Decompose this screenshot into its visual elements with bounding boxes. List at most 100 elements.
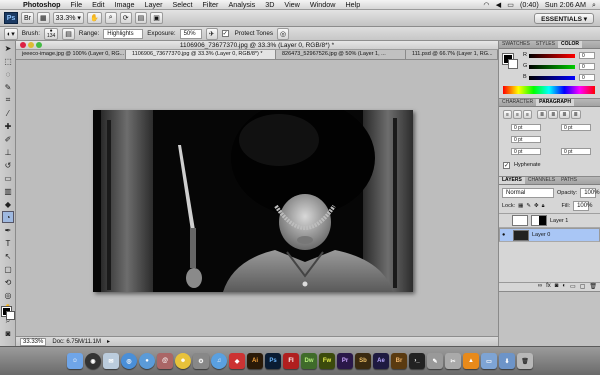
- lock-all-icon[interactable]: 🔒︎: [542, 203, 545, 210]
- background-color-swatch[interactable]: [6, 311, 15, 320]
- menu-app-name[interactable]: Photoshop: [18, 0, 66, 9]
- trash-dock-icon[interactable]: 🗑︎: [517, 353, 533, 369]
- dock-app-dw[interactable]: Dw: [301, 353, 317, 369]
- menu-image[interactable]: Image: [110, 0, 140, 9]
- new-group-icon[interactable]: ▭: [570, 283, 576, 291]
- mini-bridge-button[interactable]: ▦: [37, 12, 50, 24]
- tablet-pressure-toggle[interactable]: ◎: [276, 27, 290, 40]
- tab-channels[interactable]: CHANNELS: [525, 177, 558, 184]
- rotate-view-icon[interactable]: ⟳: [119, 12, 132, 24]
- lasso-tool-icon[interactable]: ◌: [2, 68, 14, 80]
- itunes-icon[interactable]: ♫: [211, 353, 227, 369]
- quick-mask-icon[interactable]: ◙: [2, 327, 14, 339]
- close-dot-icon[interactable]: [20, 42, 26, 48]
- battery-icon[interactable]: ▭: [507, 0, 514, 9]
- document-photo[interactable]: [93, 110, 413, 292]
- terminal-icon[interactable]: ›_: [409, 353, 425, 369]
- pen-tool-icon[interactable]: ✒: [2, 224, 14, 236]
- range-select[interactable]: Highlights: [103, 28, 144, 39]
- messenger-icon[interactable]: ☻: [175, 353, 191, 369]
- status-doc-size[interactable]: Doc: 6.75M/11.1M: [52, 339, 101, 345]
- color-g-slider[interactable]: [529, 65, 575, 69]
- tab-styles[interactable]: STYLES: [533, 41, 558, 48]
- move-tool-icon[interactable]: ➤: [2, 42, 14, 54]
- zoom-level-select[interactable]: 33.3% ▾: [52, 12, 84, 24]
- document-tab[interactable]: 111.psd @ 66.7% (Layer 1, RG...: [406, 50, 498, 59]
- menu-file[interactable]: File: [66, 0, 88, 9]
- justify-last-center-icon[interactable]: ≣: [548, 110, 559, 119]
- blend-mode-select[interactable]: Normal: [502, 188, 554, 198]
- brush-tool-icon[interactable]: ✐: [2, 133, 14, 145]
- align-left-icon[interactable]: ≡: [503, 110, 512, 119]
- link-layers-icon[interactable]: ∞: [538, 283, 542, 291]
- wifi-icon[interactable]: ◠: [483, 0, 489, 9]
- hyphenate-checkbox[interactable]: ✓: [503, 162, 512, 169]
- volume-icon[interactable]: ◀︎: [496, 0, 502, 9]
- layer-row-selected[interactable]: ● Layer 0: [499, 228, 600, 242]
- bg-color-chip[interactable]: [508, 59, 518, 69]
- tab-character[interactable]: CHARACTER: [499, 99, 536, 106]
- minimize-dot-icon[interactable]: [28, 42, 34, 48]
- eyedropper-tool-icon[interactable]: ⁄: [2, 107, 14, 119]
- justify-all-icon[interactable]: ≣: [570, 110, 581, 119]
- layer-name[interactable]: Layer 0: [532, 232, 550, 238]
- dashboard-icon[interactable]: ◉: [85, 353, 101, 369]
- status-arrow-icon[interactable]: ▸: [107, 338, 110, 345]
- type-tool-icon[interactable]: T: [2, 237, 14, 249]
- pdf-icon[interactable]: ◆: [229, 353, 245, 369]
- quick-select-tool-icon[interactable]: ✎: [2, 81, 14, 93]
- dock-app-sb[interactable]: Sb: [355, 353, 371, 369]
- tab-paragraph[interactable]: PARAGRAPH: [536, 99, 574, 106]
- healing-brush-tool-icon[interactable]: ✚: [2, 120, 14, 132]
- color-r-slider[interactable]: [529, 54, 575, 58]
- menu-analysis[interactable]: Analysis: [223, 0, 260, 9]
- clone-stamp-tool-icon[interactable]: ⊥: [2, 146, 14, 158]
- brush-panel-toggle[interactable]: ▤: [62, 27, 75, 40]
- scissors-icon[interactable]: ✂: [445, 353, 461, 369]
- spotlight-icon[interactable]: ⌕: [592, 0, 596, 10]
- document-tab[interactable]: 826473_52967526.jpg @ 50% (Layer 1, ...: [276, 50, 406, 59]
- 3d-orbit-tool-icon[interactable]: ◎: [2, 289, 14, 301]
- document-tab[interactable]: jeeeco-image.jpg @ 100% (Layer 0, RG...: [16, 50, 126, 59]
- tab-color[interactable]: COLOR: [557, 41, 583, 48]
- dodge-tool-icon[interactable]: ◔: [2, 211, 14, 223]
- brush-preset-picker[interactable]: ● 134: [43, 27, 59, 40]
- indent-right-input[interactable]: 0 pt: [561, 124, 591, 131]
- color-b-slider[interactable]: [529, 76, 575, 80]
- zoom-tool-icon[interactable]: ⌕: [104, 12, 117, 24]
- layer-row[interactable]: Layer 1: [499, 214, 600, 228]
- opacity-input[interactable]: 100%: [580, 188, 600, 198]
- indent-left-input[interactable]: 0 pt: [511, 124, 541, 131]
- bridge-button[interactable]: Br: [21, 12, 34, 24]
- menu-filter[interactable]: Filter: [197, 0, 223, 9]
- exposure-input[interactable]: 50%: [179, 28, 202, 39]
- finder-icon[interactable]: ☺: [67, 353, 83, 369]
- protect-tones-checkbox[interactable]: ✓: [221, 30, 229, 37]
- trash-icon[interactable]: 🗑︎: [589, 283, 597, 291]
- dock-app-pr[interactable]: Pr: [337, 353, 353, 369]
- align-right-icon[interactable]: ≡: [523, 110, 532, 119]
- space-before-input[interactable]: 0 pt: [511, 148, 541, 155]
- menu-edit[interactable]: Edit: [87, 0, 109, 9]
- dock-app-ps[interactable]: Ps: [265, 353, 281, 369]
- airbrush-toggle[interactable]: ✈: [205, 27, 218, 40]
- hand-tool-icon[interactable]: ✋: [86, 12, 102, 24]
- address-book-icon[interactable]: @: [157, 353, 173, 369]
- shape-tool-icon[interactable]: ▢: [2, 263, 14, 275]
- tab-paths[interactable]: PATHS: [558, 177, 580, 184]
- menu-help[interactable]: Help: [340, 0, 365, 9]
- menu-3d[interactable]: 3D: [260, 0, 279, 9]
- color-b-input[interactable]: 0: [579, 74, 595, 81]
- layer-name[interactable]: Layer 1: [550, 218, 568, 224]
- gradient-tool-icon[interactable]: ▥: [2, 185, 14, 197]
- status-zoom[interactable]: 33.33%: [20, 337, 47, 346]
- screen-mode-icon[interactable]: ▣: [150, 12, 163, 24]
- downloads-folder-icon[interactable]: ⬇: [499, 353, 515, 369]
- indent-first-input[interactable]: 0 pt: [511, 136, 541, 143]
- align-center-icon[interactable]: ≡: [513, 110, 522, 119]
- lock-position-icon[interactable]: ✥: [534, 203, 539, 209]
- safari-icon[interactable]: ◎: [121, 353, 137, 369]
- color-g-input[interactable]: 0: [579, 63, 595, 70]
- document-tab-active[interactable]: 1106906_73677370.jpg @ 33.3% (Layer 0, R…: [126, 50, 276, 59]
- dock-app-ai[interactable]: Ai: [247, 353, 263, 369]
